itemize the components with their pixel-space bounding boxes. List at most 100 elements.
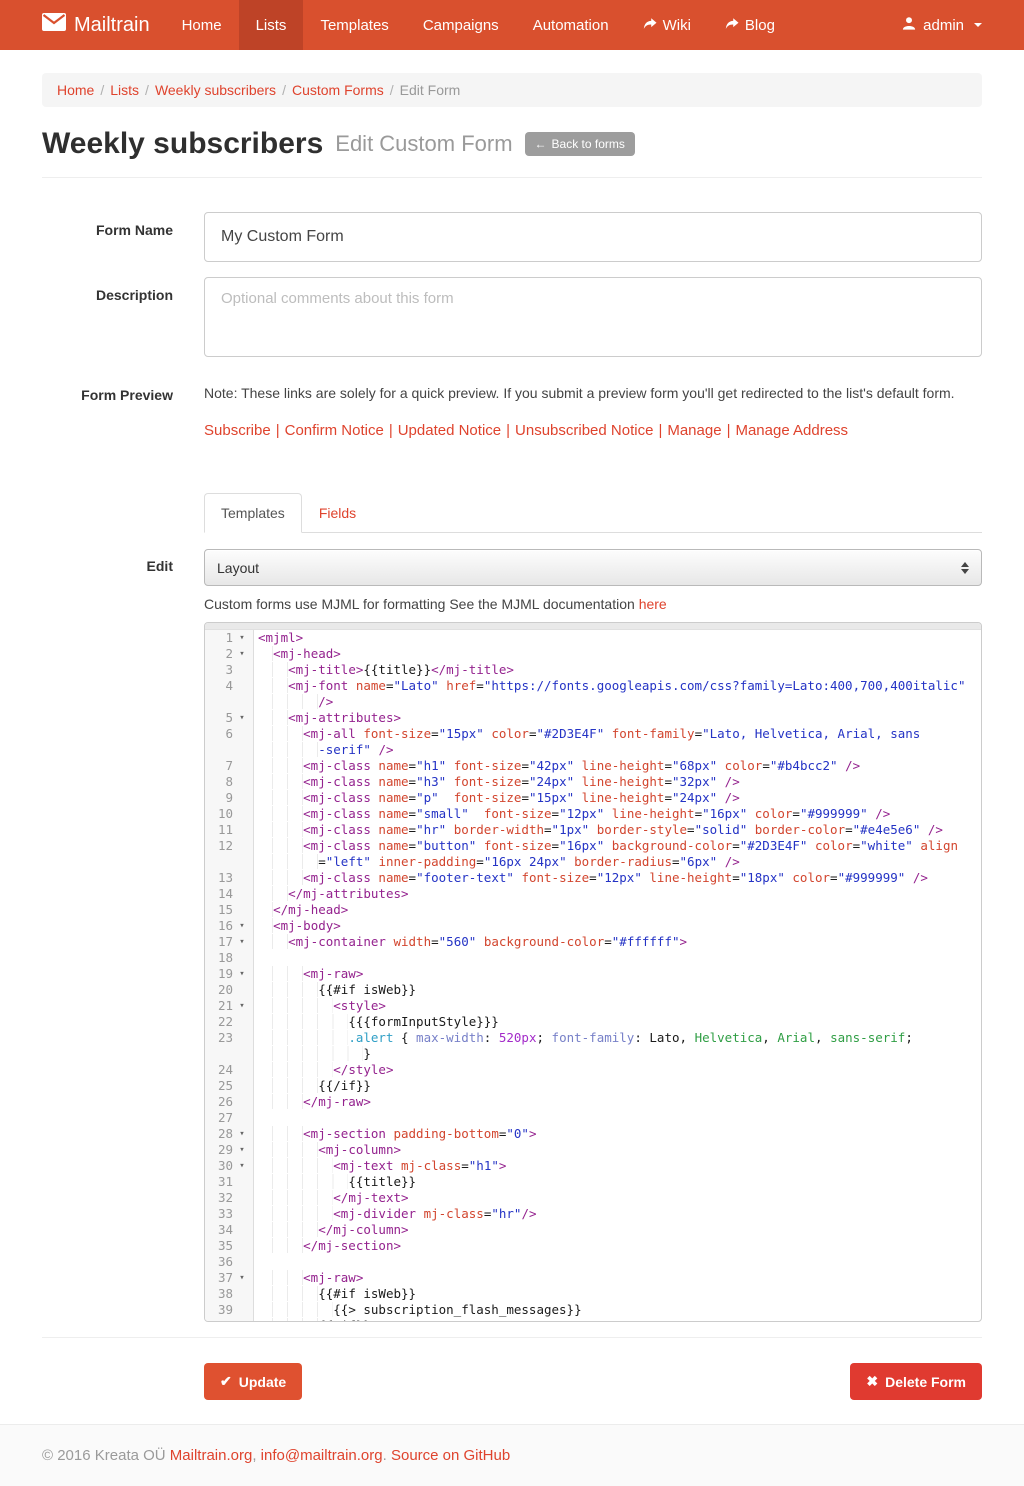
fold-arrow-icon[interactable]: ▾ (233, 1270, 251, 1286)
code-line[interactable]: 7 <mj-class name="h1" font-size="42px" l… (205, 758, 981, 774)
tab-fields[interactable]: Fields (302, 493, 373, 533)
code-editor[interactable]: 1▾<mjml>2▾ <mj-head>3 <mj-title>{{title}… (204, 622, 982, 1322)
template-select[interactable]: Layout (204, 549, 982, 586)
code-line[interactable]: 28▾ <mj-section padding-bottom="0"> (205, 1126, 981, 1142)
code-line[interactable]: 17▾ <mj-container width="560" background… (205, 934, 981, 950)
code-line[interactable]: ="left" inner-padding="16px 24px" border… (205, 854, 981, 870)
description-input[interactable] (204, 277, 982, 357)
fold-arrow-icon[interactable]: ▾ (233, 998, 251, 1014)
code-line[interactable]: 1▾<mjml> (205, 630, 981, 646)
nav-item-wiki[interactable]: Wiki (626, 0, 708, 50)
code-line[interactable]: 27 (205, 1110, 981, 1126)
code-line[interactable]: /> (205, 694, 981, 710)
preview-link[interactable]: Unsubscribed Notice (515, 422, 653, 439)
footer-link[interactable]: Mailtrain.org (170, 1447, 253, 1464)
fold-arrow-icon[interactable]: ▾ (233, 710, 251, 726)
fold-arrow-icon[interactable]: ▾ (233, 1158, 251, 1174)
footer: © 2016 Kreata OÜ Mailtrain.org, info@mai… (0, 1424, 1024, 1486)
code-line[interactable]: 24 </style> (205, 1062, 981, 1078)
nav-item-automation[interactable]: Automation (516, 0, 626, 50)
nav-item-blog[interactable]: Blog (708, 0, 792, 50)
breadcrumb-link[interactable]: Custom Forms (292, 82, 384, 98)
fold-arrow-icon[interactable]: ▾ (233, 1142, 251, 1158)
code-line[interactable]: 9 <mj-class name="p" font-size="15px" li… (205, 790, 981, 806)
user-menu[interactable]: admin (887, 0, 1024, 50)
line-gutter: 38 (205, 1286, 254, 1302)
code-line[interactable]: 34 </mj-column> (205, 1222, 981, 1238)
code-line[interactable]: 4 <mj-font name="Lato" href="https://fon… (205, 678, 981, 694)
form-name-input[interactable] (204, 212, 982, 262)
code-line[interactable]: 40 {{/if}} (205, 1318, 981, 1322)
code-line[interactable]: 29▾ <mj-column> (205, 1142, 981, 1158)
code-line[interactable]: 37▾ <mj-raw> (205, 1270, 981, 1286)
breadcrumb-link[interactable]: Weekly subscribers (155, 82, 276, 98)
code-line[interactable]: 22 {{{formInputStyle}}} (205, 1014, 981, 1030)
footer-link[interactable]: Source on GitHub (391, 1447, 510, 1464)
nav-item-campaigns[interactable]: Campaigns (406, 0, 516, 50)
breadcrumb: Home/Lists/Weekly subscribers/Custom For… (42, 73, 982, 107)
code-line[interactable]: 30▾ <mj-text mj-class="h1"> (205, 1158, 981, 1174)
code-line[interactable]: 12 <mj-class name="button" font-size="16… (205, 838, 981, 854)
nav-item-home[interactable]: Home (165, 0, 239, 50)
nav-item-label: Templates (320, 17, 388, 34)
code-line[interactable]: 14 </mj-attributes> (205, 886, 981, 902)
code-line[interactable]: 36 (205, 1254, 981, 1270)
preview-link[interactable]: Confirm Notice (285, 422, 384, 439)
form-name-row: Form Name (42, 212, 982, 262)
code-line[interactable]: 19▾ <mj-raw> (205, 966, 981, 982)
nav-item-templates[interactable]: Templates (303, 0, 405, 50)
update-button[interactable]: ✔ Update (204, 1363, 302, 1400)
code-line[interactable]: 13 <mj-class name="footer-text" font-siz… (205, 870, 981, 886)
code-line[interactable]: 8 <mj-class name="h3" font-size="24px" l… (205, 774, 981, 790)
code-line[interactable]: 16▾ <mj-body> (205, 918, 981, 934)
code-line[interactable]: 18 (205, 950, 981, 966)
code-line[interactable]: 21▾ <style> (205, 998, 981, 1014)
delete-form-button[interactable]: ✖ Delete Form (850, 1363, 982, 1400)
preview-link[interactable]: Manage (667, 422, 721, 439)
fold-arrow-icon[interactable]: ▾ (233, 646, 251, 662)
preview-link[interactable]: Subscribe (204, 422, 271, 439)
fold-spacer (233, 1190, 251, 1206)
nav-item-lists[interactable]: Lists (239, 0, 304, 50)
code-line[interactable]: 38 {{#if isWeb}} (205, 1286, 981, 1302)
code-line[interactable]: 2▾ <mj-head> (205, 646, 981, 662)
code-line[interactable]: 11 <mj-class name="hr" border-width="1px… (205, 822, 981, 838)
copyright: © 2016 Kreata OÜ (42, 1447, 170, 1464)
breadcrumb-link[interactable]: Home (57, 82, 94, 98)
code-line[interactable]: } (205, 1046, 981, 1062)
code-line[interactable]: 23 .alert { max-width: 520px; font-famil… (205, 1030, 981, 1046)
tab-templates[interactable]: Templates (204, 493, 302, 533)
code-line[interactable]: 6 <mj-all font-size="15px" color="#2D3E4… (205, 726, 981, 742)
code-line[interactable]: 15 </mj-head> (205, 902, 981, 918)
fold-spacer (233, 1046, 251, 1062)
preview-link[interactable]: Manage Address (735, 422, 848, 439)
code-line[interactable]: 26 </mj-raw> (205, 1094, 981, 1110)
fold-arrow-icon[interactable]: ▾ (233, 918, 251, 934)
fold-spacer (233, 806, 251, 822)
fold-arrow-icon[interactable]: ▾ (233, 966, 251, 982)
code-line[interactable]: 35 </mj-section> (205, 1238, 981, 1254)
nav-item-label: Wiki (663, 17, 691, 34)
code-line[interactable]: 39 {{> subscription_flash_messages}} (205, 1302, 981, 1318)
code-line[interactable]: 10 <mj-class name="small" font-size="12p… (205, 806, 981, 822)
brand[interactable]: Mailtrain (0, 0, 165, 50)
code-line[interactable]: 20 {{#if isWeb}} (205, 982, 981, 998)
code-line[interactable]: 25 {{/if}} (205, 1078, 981, 1094)
line-gutter: 19▾ (205, 966, 254, 982)
code-line[interactable]: 5▾ <mj-attributes> (205, 710, 981, 726)
mjml-doc-link[interactable]: here (639, 596, 667, 612)
fold-arrow-icon[interactable]: ▾ (233, 1126, 251, 1142)
fold-spacer (233, 1302, 251, 1318)
code-line[interactable]: -serif" /> (205, 742, 981, 758)
code-line[interactable]: 31 {{title}} (205, 1174, 981, 1190)
code-line[interactable]: 3 <mj-title>{{title}}</mj-title> (205, 662, 981, 678)
back-to-forms-button[interactable]: ← Back to forms (525, 132, 635, 156)
page-header: Weekly subscribers Edit Custom Form ← Ba… (42, 127, 982, 178)
preview-link[interactable]: Updated Notice (398, 422, 501, 439)
breadcrumb-link[interactable]: Lists (110, 82, 139, 98)
code-line[interactable]: 33 <mj-divider mj-class="hr"/> (205, 1206, 981, 1222)
fold-arrow-icon[interactable]: ▾ (233, 934, 251, 950)
fold-arrow-icon[interactable]: ▾ (233, 630, 251, 646)
footer-link[interactable]: info@mailtrain.org (261, 1447, 383, 1464)
code-line[interactable]: 32 </mj-text> (205, 1190, 981, 1206)
